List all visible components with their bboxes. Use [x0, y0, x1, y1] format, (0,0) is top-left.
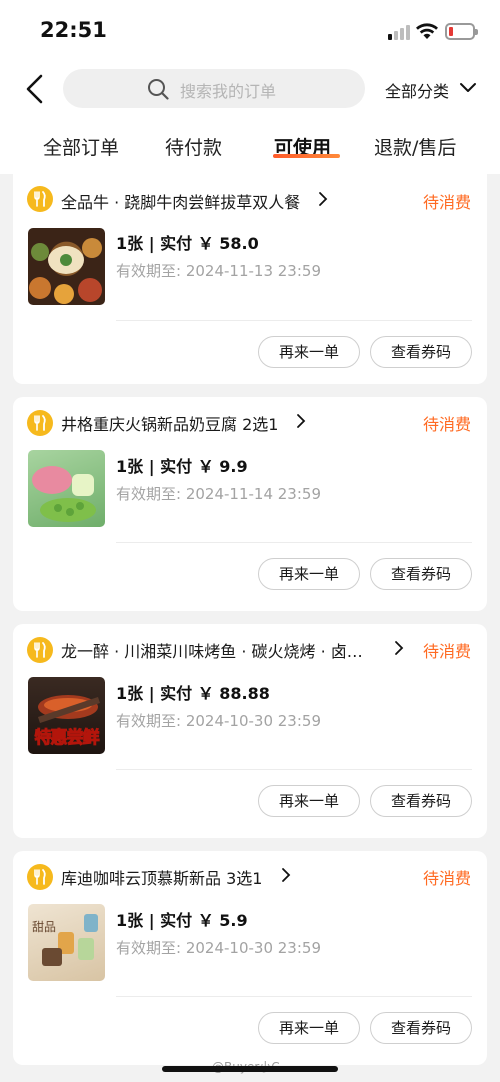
category-filter[interactable]: 全部分类 — [385, 78, 449, 102]
reorder-button[interactable]: 再来一单 — [258, 336, 360, 368]
tab-all-orders[interactable]: 全部订单 — [43, 133, 119, 160]
tab-pending-payment[interactable]: 待付款 — [165, 133, 222, 160]
shop-name[interactable]: 龙一醉 · 川湘菜川味烤鱼 · 碳火烧烤 · 卤… — [61, 638, 363, 662]
status-time: 22:51 — [40, 18, 107, 42]
product-thumbnail[interactable]: 特惠尝鲜 — [28, 677, 105, 754]
header: 搜索我的订单 全部分类 — [0, 62, 500, 118]
back-icon[interactable] — [20, 72, 50, 106]
order-status: 待消费 — [422, 642, 471, 661]
view-code-button[interactable]: 查看券码 — [370, 1012, 472, 1044]
view-code-button[interactable]: 查看券码 — [370, 336, 472, 368]
thumbnail-caption: 特惠尝鲜 — [34, 728, 100, 749]
expiry-date: 有效期至: 2024-10-30 23:59 — [116, 939, 321, 957]
fork-knife-icon — [27, 864, 53, 890]
view-code-button[interactable]: 查看券码 — [370, 785, 472, 817]
chevron-right-icon[interactable] — [281, 867, 291, 883]
chevron-down-icon[interactable] — [459, 82, 477, 94]
fork-knife-icon — [27, 186, 53, 212]
order-status: 待消费 — [422, 415, 471, 434]
divider — [116, 769, 472, 770]
shop-name[interactable]: 井格重庆火锅新品奶豆腐 2选1 — [61, 411, 278, 435]
product-thumbnail[interactable] — [28, 228, 105, 305]
quantity-price: 1张 | 实付 ￥ 9.9 — [116, 457, 248, 476]
product-thumbnail[interactable]: 甜品 — [28, 904, 105, 981]
product-thumbnail[interactable] — [28, 450, 105, 527]
status-bar: 22:51 — [0, 0, 500, 62]
expiry-date: 有效期至: 2024-11-13 23:59 — [116, 262, 321, 280]
shop-name[interactable]: 库迪咖啡云顶慕斯新品 3选1 — [61, 865, 262, 889]
quantity-price: 1张 | 实付 ￥ 58.0 — [116, 234, 259, 253]
order-status: 待消费 — [422, 193, 471, 212]
quantity-price: 1张 | 实付 ￥ 88.88 — [116, 684, 270, 703]
order-status: 待消费 — [422, 869, 471, 888]
order-tabs: 全部订单 待付款 可使用 退款/售后 — [0, 118, 500, 174]
order-card[interactable]: 龙一醉 · 川湘菜川味烤鱼 · 碳火烧烤 · 卤… 待消费 特惠尝鲜 1张 | … — [13, 624, 487, 838]
thumbnail-caption: 甜品 — [32, 920, 57, 934]
expiry-date: 有效期至: 2024-10-30 23:59 — [116, 712, 321, 730]
search-input[interactable]: 搜索我的订单 — [63, 69, 365, 108]
active-tab-underline — [273, 154, 340, 158]
order-card[interactable]: 井格重庆火锅新品奶豆腐 2选1 待消费 1张 | 实付 ￥ 9.9 有效期至: … — [13, 397, 487, 611]
expiry-date: 有效期至: 2024-11-14 23:59 — [116, 485, 321, 503]
search-icon — [148, 79, 169, 100]
tab-refund[interactable]: 退款/售后 — [374, 133, 456, 160]
chevron-right-icon[interactable] — [296, 413, 306, 429]
battery-icon — [445, 23, 478, 40]
divider — [116, 996, 472, 997]
reorder-button[interactable]: 再来一单 — [258, 785, 360, 817]
search-placeholder: 搜索我的订单 — [180, 82, 277, 101]
reorder-button[interactable]: 再来一单 — [258, 1012, 360, 1044]
home-indicator[interactable] — [162, 1066, 338, 1072]
quantity-price: 1张 | 实付 ￥ 5.9 — [116, 911, 248, 930]
reorder-button[interactable]: 再来一单 — [258, 558, 360, 590]
fork-knife-icon — [27, 410, 53, 436]
order-card[interactable]: 全品牛 · 跷脚牛肉尝鲜拔草双人餐 待消费 1张 | 实付 ￥ 58.0 有效期… — [13, 172, 487, 384]
divider — [116, 320, 472, 321]
order-card[interactable]: 库迪咖啡云顶慕斯新品 3选1 待消费 甜品 1张 | 实付 ￥ 5.9 有效期至… — [13, 851, 487, 1065]
chevron-right-icon[interactable] — [394, 640, 404, 656]
shop-name[interactable]: 全品牛 · 跷脚牛肉尝鲜拔草双人餐 — [61, 189, 300, 213]
wifi-icon — [416, 23, 438, 39]
divider — [116, 542, 472, 543]
signal-icon — [388, 24, 410, 40]
fork-knife-icon — [27, 637, 53, 663]
view-code-button[interactable]: 查看券码 — [370, 558, 472, 590]
chevron-right-icon[interactable] — [318, 191, 328, 207]
